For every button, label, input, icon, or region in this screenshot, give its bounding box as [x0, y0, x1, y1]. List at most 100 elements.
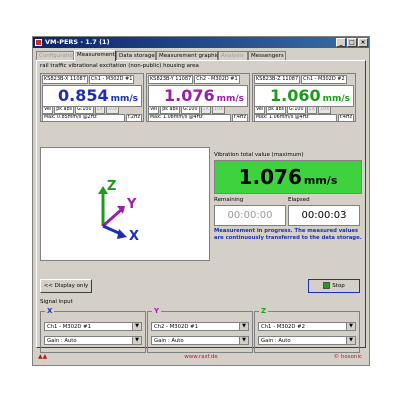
y-axis-line [102, 208, 122, 228]
elapsed-time: 00:00:03 [288, 205, 360, 226]
group-axis-label: Z [259, 307, 269, 315]
mode-vel: Vel [42, 106, 54, 114]
channel-value: 1.060 [269, 86, 321, 105]
tab-analysis[interactable]: Analysis [218, 51, 248, 60]
channel-select-value: Ch2 - M302D #1 [154, 324, 198, 330]
group-axis-label: X [45, 307, 55, 315]
tab-measurement[interactable]: Measurement [74, 50, 116, 61]
stop-indicator-icon [323, 282, 331, 289]
z-axis-label: Z [107, 179, 116, 194]
remaining-time: 00:00:00 [214, 205, 286, 226]
gain-select[interactable]: Gain : Auto ▼ [258, 336, 356, 345]
mode-pk-abs: pk abs [54, 106, 75, 114]
signal-group-z: Z Ch1 - M302D #2 ▼ Gain : Auto ▼ [254, 307, 360, 353]
channel-select-value: Ch1 - M302D #2 [261, 324, 305, 330]
y-axis-label: Y [126, 197, 137, 212]
channel-label: Ch1 - M302D #2 [301, 75, 347, 84]
mode-pk-abs: pk abs [160, 106, 181, 114]
window-title: VM-PERS - 1.7 (1) [45, 38, 110, 46]
status-bar: ▲▲ www.rasf.de © hosonic [36, 351, 366, 363]
channel-select[interactable]: Ch1 - M302D #1 ▼ [44, 322, 142, 331]
status-message: Measurement in progress. The measured va… [214, 228, 362, 241]
dropdown-arrow-icon[interactable]: ▼ [239, 337, 248, 344]
display-only-button[interactable]: << Display only [40, 279, 92, 293]
remaining-label: Remaining [214, 197, 244, 203]
stop-label: Stop [332, 283, 345, 289]
gain-select-value: Gain : Auto [47, 338, 77, 344]
signal-input-label: Signal input [40, 299, 73, 305]
channel-panel-1: KS823B-X 11087 Ch1 - M302D #1 0.854 mm/s … [40, 73, 144, 122]
mode-pk-abs: pk abs [266, 106, 287, 114]
tab-data-storage[interactable]: Data storage [116, 51, 156, 60]
total-value: 1.076 [238, 165, 302, 189]
channel-panel-2: KS823B-Y 11087 Ch2 - M302D #1 1.076 mm/s … [146, 73, 250, 122]
measurement-panel: rail traffic vibrational excitation (non… [36, 60, 366, 353]
gain-value: G:100 [75, 106, 94, 114]
x-axis-arrow [117, 229, 127, 239]
axis-orientation-view: Z Y X [40, 147, 210, 261]
total-label: Vibration total value (maximum) [214, 152, 304, 158]
range-10x: 10X [211, 106, 226, 114]
sensor-label: KS823B-X 11087 [42, 75, 88, 84]
range-10x: 10X [105, 106, 120, 114]
axis-orientation-graphic: Z Y X [98, 179, 139, 244]
brand-label: © hosonic [333, 354, 362, 360]
tab-measurement-graphic[interactable]: Measurement graphic [156, 51, 219, 60]
total-unit: mm/s [303, 174, 338, 187]
signal-group-x: X Ch1 - M302D #1 ▼ Gain : Auto ▼ [40, 307, 146, 353]
channel-select-value: Ch1 - M302D #1 [47, 324, 91, 330]
max-value: Max: 1.06mm/s @4Hz [254, 114, 337, 122]
range-10x: 10X [317, 106, 332, 114]
channel-value-display: 0.854 mm/s [42, 85, 142, 107]
gain-select[interactable]: Gain : Auto ▼ [151, 336, 249, 345]
max-value: Max: 0.85mm/s @2Hz [42, 114, 125, 122]
dropdown-arrow-icon[interactable]: ▼ [346, 323, 355, 330]
dropdown-arrow-icon[interactable]: ▼ [346, 337, 355, 344]
title-bar[interactable]: VM-PERS - 1.7 (1) _ □ × [33, 37, 369, 48]
dropdown-arrow-icon[interactable]: ▼ [132, 323, 141, 330]
elapsed-label: Elapsed [288, 197, 310, 203]
channel-label: Ch2 - M302D #1 [194, 75, 240, 84]
max-value: Max: 1.08mm/s @4Hz [148, 114, 231, 122]
measurement-subtitle: rail traffic vibrational excitation (non… [40, 63, 199, 69]
channel-value: 1.076 [163, 86, 215, 105]
channel-value-display: 1.076 mm/s [148, 85, 248, 107]
app-icon [35, 39, 42, 46]
channel-select[interactable]: Ch1 - M302D #2 ▼ [258, 322, 356, 331]
tab-bar: Configuration Measurement Data storage M… [36, 50, 366, 61]
gain-select-value: Gain : Auto [154, 338, 184, 344]
dropdown-arrow-icon[interactable]: ▼ [132, 337, 141, 344]
mode-vel: Vel [254, 106, 266, 114]
x-axis-label: X [129, 229, 139, 244]
tab-configuration[interactable]: Configuration [36, 51, 76, 60]
channel-value: 0.854 [57, 86, 109, 105]
frequency-value: f:2Hz [125, 114, 142, 122]
gain-value: G:100 [181, 106, 200, 114]
channel-unit: mm/s [110, 94, 138, 104]
total-value-display: 1.076 mm/s [214, 160, 362, 194]
sensor-label: KS823B-Y 11087 [148, 75, 194, 84]
frequency-value: f:4Hz [337, 114, 354, 122]
dropdown-arrow-icon[interactable]: ▼ [239, 323, 248, 330]
channel-value-display: 1.060 mm/s [254, 85, 354, 107]
channel-unit: mm/s [216, 94, 244, 104]
frequency-value: f:4Hz [231, 114, 248, 122]
gain-select-value: Gain : Auto [261, 338, 291, 344]
channel-panel-3: KS823B-Z 11087 Ch1 - M302D #2 1.060 mm/s … [252, 73, 356, 122]
tab-messengers[interactable]: Messengers [248, 51, 286, 60]
close-button[interactable]: × [358, 38, 368, 47]
stop-button[interactable]: Stop [308, 279, 360, 293]
mode-vel: Vel [148, 106, 160, 114]
channel-select[interactable]: Ch2 - M302D #1 ▼ [151, 322, 249, 331]
minimize-button[interactable]: _ [336, 38, 346, 47]
gain-select[interactable]: Gain : Auto ▼ [44, 336, 142, 345]
group-axis-label: Y [152, 307, 162, 315]
gain-value: G:100 [287, 106, 306, 114]
signal-group-y: Y Ch2 - M302D #1 ▼ Gain : Auto ▼ [147, 307, 253, 353]
range-1x: 1X [306, 106, 317, 114]
website-link[interactable]: www.rasf.de [36, 354, 366, 360]
maximize-button[interactable]: □ [347, 38, 357, 47]
channel-unit: mm/s [322, 94, 350, 104]
range-1x: 1X [200, 106, 211, 114]
range-1x: 1X [94, 106, 105, 114]
